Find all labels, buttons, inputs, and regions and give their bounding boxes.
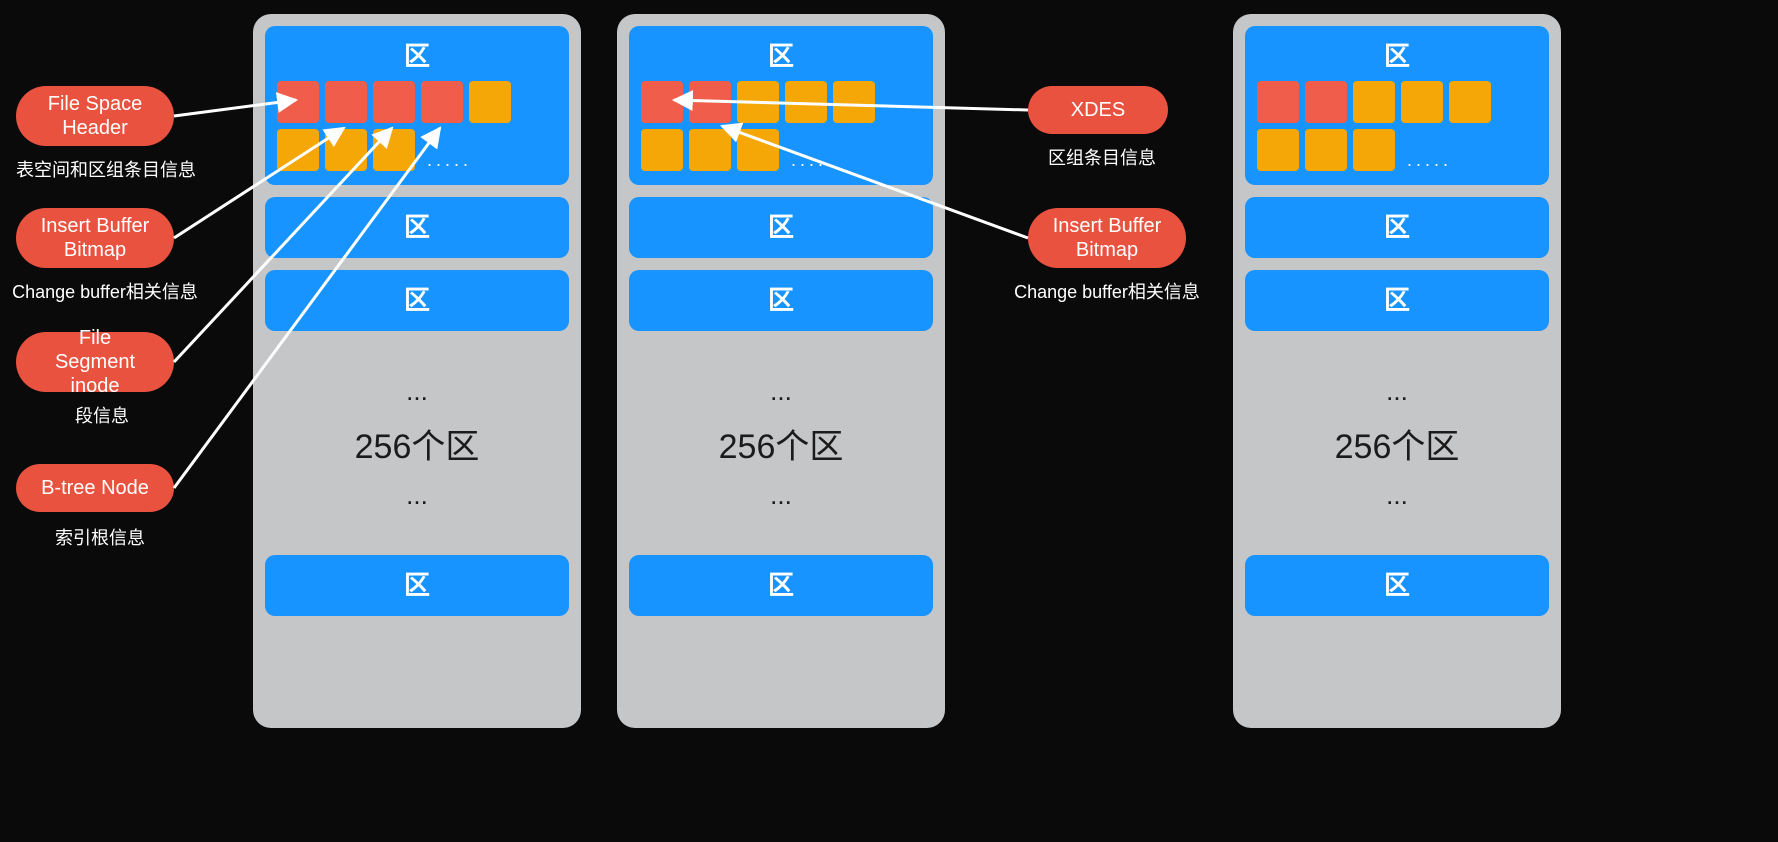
zone-cells: ..... (277, 81, 557, 171)
pill-label: B-tree Node (41, 476, 149, 500)
zone-last: 区 (1245, 555, 1549, 616)
page-cell (325, 129, 367, 171)
ellipsis: ... (1386, 480, 1408, 511)
ellipsis: ..... (1407, 129, 1452, 171)
zone-title: 区 (1257, 207, 1537, 244)
zone-title: 区 (277, 565, 557, 602)
desc-fsi: 段信息 (52, 402, 152, 428)
zone-cells: ..... (641, 81, 921, 171)
zone: 区 (265, 197, 569, 258)
gap-text: 256个区 (1335, 419, 1460, 468)
zone: 区 (265, 270, 569, 331)
zone-title: 区 (1257, 565, 1537, 602)
ellipsis: ..... (791, 129, 836, 171)
page-cell (277, 129, 319, 171)
pill-label: Insert BufferBitmap (41, 214, 150, 262)
page-cell (641, 81, 683, 123)
gap-text: 256个区 (355, 419, 480, 468)
zone-title: 区 (277, 207, 557, 244)
ellipsis: ... (406, 480, 428, 511)
page-cell (1305, 129, 1347, 171)
zone-gap: ... 256个区 ... (265, 343, 569, 543)
zone: 区 (629, 270, 933, 331)
desc-fsh: 表空间和区组条目信息 (16, 156, 196, 182)
page-cell (641, 129, 683, 171)
ellipsis: ... (406, 376, 428, 407)
ellipsis: ... (770, 480, 792, 511)
pill-file-segment-inode: File Segmentinode (16, 332, 174, 392)
page-cell (1449, 81, 1491, 123)
zone-title: 区 (641, 565, 921, 602)
page-cell (737, 129, 779, 171)
desc-xdes: 区组条目信息 (1042, 144, 1162, 170)
zone-group-2: 区 ..... 区 区 ... 256个区 ... 区 (617, 14, 945, 728)
pill-xdes: XDES (1028, 86, 1168, 134)
page-cell (785, 81, 827, 123)
page-cell (1353, 129, 1395, 171)
zone-cells: ..... (1257, 81, 1537, 171)
page-cell (689, 81, 731, 123)
zone-first: 区 ..... (1245, 26, 1549, 185)
ellipsis: ... (1386, 376, 1408, 407)
zone-title: 区 (1257, 280, 1537, 317)
pill-label: File Segmentinode (38, 326, 152, 398)
zone-first: 区 ..... (265, 26, 569, 185)
zone: 区 (1245, 270, 1549, 331)
zone-last: 区 (265, 555, 569, 616)
page-cell (469, 81, 511, 123)
zone-title: 区 (641, 280, 921, 317)
zone-gap: ... 256个区 ... (629, 343, 933, 543)
page-cell (1401, 81, 1443, 123)
zone-last: 区 (629, 555, 933, 616)
pill-insert-buffer-bitmap: Insert BufferBitmap (16, 208, 174, 268)
page-cell (833, 81, 875, 123)
page-cell (325, 81, 367, 123)
zone-group-3: 区 ..... 区 区 ... 256个区 ... 区 (1233, 14, 1561, 728)
pill-file-space-header: File SpaceHeader (16, 86, 174, 146)
desc-ibb: Change buffer相关信息 (0, 278, 210, 304)
page-cell (689, 129, 731, 171)
ellipsis: ..... (427, 129, 472, 171)
zone-first: 区 ..... (629, 26, 933, 185)
pill-btree-node: B-tree Node (16, 464, 174, 512)
pill-label: File SpaceHeader (48, 92, 143, 140)
zone-gap: ... 256个区 ... (1245, 343, 1549, 543)
pill-label: XDES (1071, 98, 1125, 122)
zone-title: 区 (641, 207, 921, 244)
page-cell (1257, 81, 1299, 123)
zone: 区 (1245, 197, 1549, 258)
page-cell (277, 81, 319, 123)
page-cell (373, 129, 415, 171)
page-cell (737, 81, 779, 123)
ellipsis: ... (770, 376, 792, 407)
page-cell (1257, 129, 1299, 171)
zone-title: 区 (1257, 36, 1537, 73)
page-cell (1305, 81, 1347, 123)
zone-title: 区 (277, 280, 557, 317)
page-cell (421, 81, 463, 123)
zone-title: 区 (641, 36, 921, 73)
zone-title: 区 (277, 36, 557, 73)
desc-btn: 索引根信息 (40, 524, 160, 550)
page-cell (1353, 81, 1395, 123)
gap-text: 256个区 (719, 419, 844, 468)
zone: 区 (629, 197, 933, 258)
page-cell (373, 81, 415, 123)
pill-insert-buffer-bitmap-2: Insert BufferBitmap (1028, 208, 1186, 268)
pill-label: Insert BufferBitmap (1053, 214, 1162, 262)
zone-group-1: 区 ..... 区 区 ... 256个区 ... 区 (253, 14, 581, 728)
desc-ibb2: Change buffer相关信息 (1002, 278, 1212, 304)
